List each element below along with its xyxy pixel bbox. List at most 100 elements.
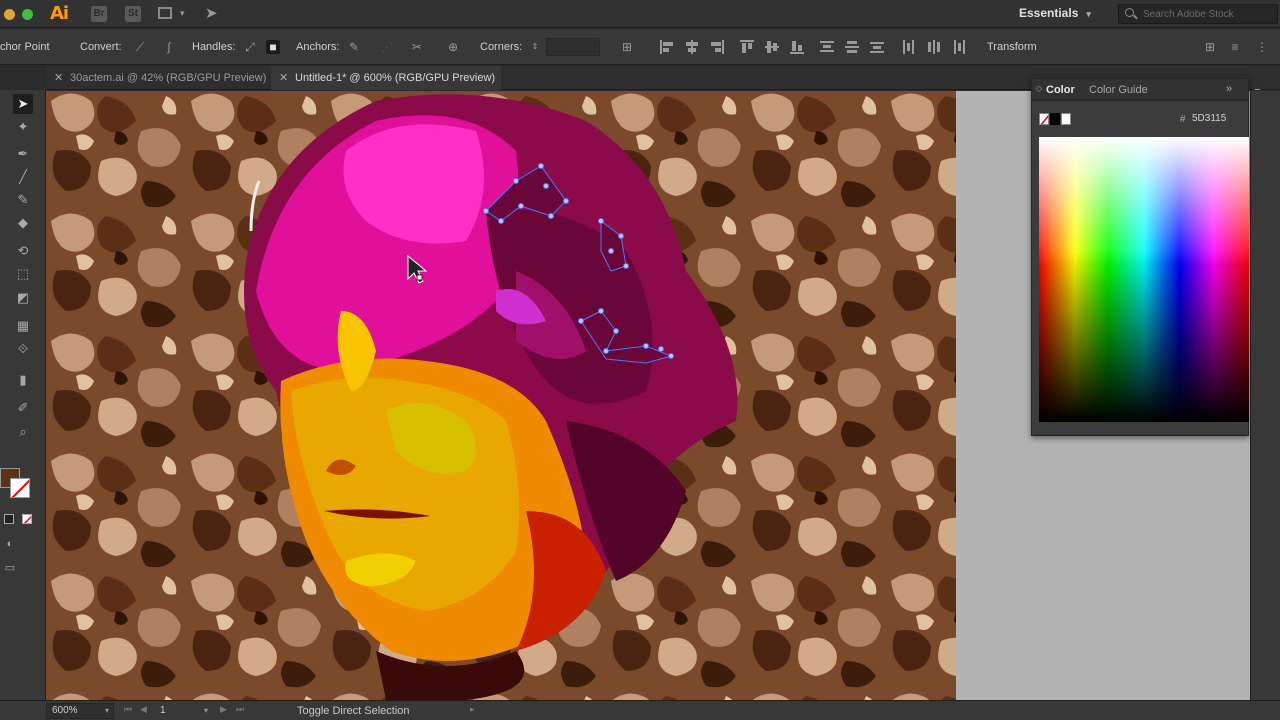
artwork[interactable] <box>46 91 956 700</box>
panel-dock <box>1250 91 1280 700</box>
more-icon[interactable]: ⋮ <box>1255 40 1269 54</box>
black-swatch[interactable] <box>1050 113 1060 125</box>
chevron-down-icon[interactable]: ▾ <box>180 8 185 19</box>
align-left-icon[interactable] <box>660 40 674 54</box>
column-graph-tool-icon[interactable]: ▮ <box>13 370 33 390</box>
search-placeholder: Search Adobe Stock <box>1143 9 1234 20</box>
paintbrush-tool-icon[interactable]: ✎ <box>13 190 33 210</box>
distribute-horizontal-center-icon[interactable] <box>927 40 941 54</box>
tab-label: Untitled-1* @ 600% (RGB/GPU Preview) <box>295 72 496 84</box>
corners-input[interactable] <box>546 38 600 56</box>
screen-mode-icon[interactable]: ▭ <box>0 558 20 578</box>
cut-path-icon[interactable]: ✂ <box>410 40 424 54</box>
stroke-swatch[interactable] <box>10 478 30 498</box>
distribute-top-icon[interactable] <box>820 40 834 54</box>
zoom-value: 600% <box>52 705 78 716</box>
select-similar-icon[interactable]: ⊞ <box>620 40 634 54</box>
tab-color[interactable]: Color <box>1046 84 1075 96</box>
distribute-left-icon[interactable] <box>902 40 916 54</box>
chevron-down-icon: ▾ <box>1086 9 1091 19</box>
convert-to-smooth-icon[interactable]: ∫ <box>162 40 176 54</box>
hex-symbol: # <box>1180 114 1186 125</box>
color-spectrum[interactable] <box>1039 137 1249 422</box>
align-vertical-center-icon[interactable] <box>765 40 779 54</box>
minimize-window-button[interactable] <box>4 9 15 20</box>
white-swatch[interactable] <box>1061 113 1071 125</box>
last-artboard-icon[interactable]: ⏭ <box>236 704 244 715</box>
none-color-icon[interactable] <box>22 514 32 524</box>
search-adobe-stock-field[interactable]: Search Adobe Stock <box>1118 4 1278 24</box>
spectrum-shade <box>1039 137 1249 422</box>
artboard-value: 1 <box>160 705 166 716</box>
tab-30actem[interactable]: ✕ 30actem.ai @ 42% (RGB/GPU Preview) <box>46 66 271 90</box>
workspace-switcher[interactable]: Essentials ▾ <box>1019 6 1091 20</box>
connect-anchors-icon[interactable]: ⋰ <box>380 40 394 54</box>
default-colors-icon[interactable] <box>4 514 14 524</box>
eraser-tool-icon[interactable]: ◆ <box>13 213 33 233</box>
zoom-level-field[interactable]: 600% ▾ <box>46 703 114 719</box>
application-bar: Ai Br St ▾ ➤ Essentials ▾ Search Adobe St… <box>0 0 1280 28</box>
chevron-down-icon: ▾ <box>203 706 208 715</box>
none-swatch[interactable] <box>1039 113 1049 125</box>
tools-panel: ➤ ✦ ✒ ╱ ✎ ◆ ⟲ ⬚ ◩ ▦ ⟐ ▮ ✐ ⌕ ◐ ▭ <box>0 90 46 700</box>
isolate-icon[interactable]: ⊕ <box>446 40 460 54</box>
convert-label: Convert: <box>80 41 122 53</box>
previous-artboard-icon[interactable]: ◀ <box>140 704 147 715</box>
eyedropper-tool-icon[interactable]: ✐ <box>13 398 33 418</box>
selection-tool-icon[interactable]: ➤ <box>13 94 33 114</box>
bridge-button[interactable]: Br <box>91 6 107 22</box>
hide-handles-icon[interactable]: ■ <box>266 40 280 54</box>
first-artboard-icon[interactable]: ⏮ <box>124 704 132 715</box>
collapse-panels-icon[interactable]: » <box>1226 83 1232 95</box>
anchors-label: Anchors: <box>296 41 340 53</box>
show-handles-icon[interactable]: ⤢ <box>243 40 257 54</box>
zoom-tool-icon[interactable]: ⌕ <box>13 422 33 442</box>
illustrator-logo: Ai <box>50 3 69 24</box>
send-icon[interactable]: ➤ <box>205 4 218 22</box>
transform-button[interactable]: Transform <box>987 41 1037 53</box>
align-horizontal-center-icon[interactable] <box>685 40 699 54</box>
arrange-icon[interactable]: ⊞ <box>1203 40 1217 54</box>
handles-label: Handles: <box>192 41 236 53</box>
workspace-label: Essentials <box>1019 6 1079 20</box>
convert-to-corner-icon[interactable]: ⟋ <box>133 40 147 54</box>
color-panel-header: ◇ Color Color Guide » <box>1032 79 1248 101</box>
anchor-point-label: chor Point <box>0 41 50 53</box>
search-icon <box>1125 8 1134 17</box>
arrange-documents-icon[interactable] <box>158 7 172 19</box>
shape-builder-tool-icon[interactable]: ◩ <box>13 288 33 308</box>
distribute-bottom-icon[interactable] <box>870 40 884 54</box>
next-artboard-icon[interactable]: ▶ <box>220 704 227 715</box>
collapse-icon[interactable]: ◇ <box>1036 84 1042 93</box>
distribute-vertical-center-icon[interactable] <box>845 40 859 54</box>
stock-button[interactable]: St <box>125 6 141 22</box>
line-segment-tool-icon[interactable]: ╱ <box>13 167 33 187</box>
control-bar: chor Point Convert: ⟋ ∫ Handles: ⤢ ■ Anc… <box>0 29 1280 65</box>
tab-color-guide[interactable]: Color Guide <box>1089 84 1148 96</box>
distribute-right-icon[interactable] <box>952 40 966 54</box>
rotate-tool-icon[interactable]: ⟲ <box>13 241 33 261</box>
artboard-number-field[interactable]: 1 ▾ <box>154 703 212 719</box>
chevron-down-icon: ▾ <box>104 706 109 715</box>
status-menu-icon[interactable]: ▸ <box>470 704 475 715</box>
draw-mode-icon[interactable]: ◐ <box>0 534 20 554</box>
magic-wand-tool-icon[interactable]: ✦ <box>13 117 33 137</box>
corners-stepper[interactable]: ⇕ <box>528 40 542 54</box>
zoom-window-button[interactable] <box>22 9 33 20</box>
tab-untitled-1[interactable]: ✕ Untitled-1* @ 600% (RGB/GPU Preview) <box>271 66 501 90</box>
tab-label: 30actem.ai @ 42% (RGB/GPU Preview) <box>70 72 267 84</box>
perspective-grid-tool-icon[interactable]: ▦ <box>13 316 33 336</box>
free-transform-tool-icon[interactable]: ⬚ <box>13 264 33 284</box>
align-right-icon[interactable] <box>710 40 724 54</box>
remove-anchor-icon[interactable]: ✎ <box>347 40 361 54</box>
posterized-portrait-artwork[interactable] <box>46 91 956 700</box>
align-bottom-icon[interactable] <box>790 40 804 54</box>
hex-input[interactable]: 5D3115 <box>1192 113 1248 129</box>
pen-tool-icon[interactable]: ✒ <box>13 144 33 164</box>
close-icon[interactable]: ✕ <box>54 66 63 90</box>
align-top-icon[interactable] <box>740 40 754 54</box>
blend-tool-icon[interactable]: ⟐ <box>13 339 33 359</box>
panel-menu-icon[interactable]: ≡ <box>1228 40 1242 54</box>
close-icon[interactable]: ✕ <box>279 66 288 90</box>
status-message: Toggle Direct Selection <box>297 705 410 717</box>
